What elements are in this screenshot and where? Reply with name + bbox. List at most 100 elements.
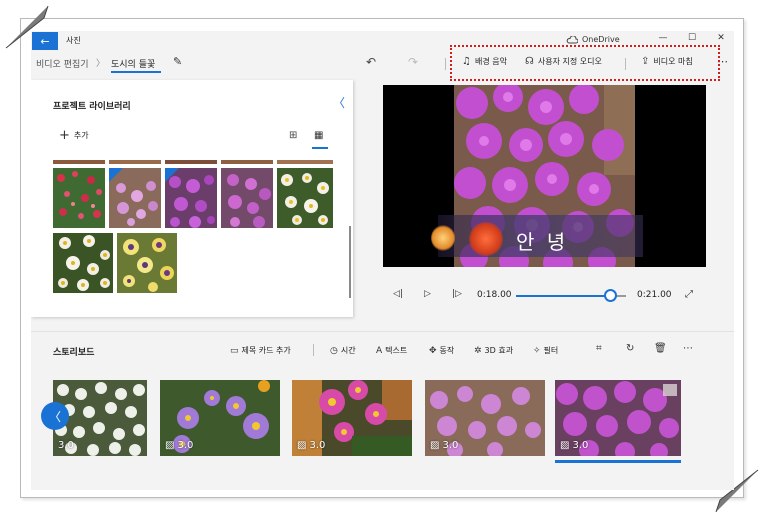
library-thumb-white-flowers[interactable] [277,168,333,228]
project-library-panel: 프로젝트 라이브러리 〈 + 추가 ⊞ ▦ [31,80,353,317]
clock-icon: ◷ [330,345,338,356]
onedrive-status[interactable]: OneDrive [566,35,620,44]
video-preview[interactable]: 안 녕 [383,85,706,267]
photos-app-window: ← 사진 OneDrive — ☐ ✕ 비디오 편집기 〉 도시의 들꽃 ✎ ↶… [31,31,734,490]
redo-icon[interactable]: ↷ [408,55,418,69]
used-in-project-marker [165,168,179,182]
minimize-button[interactable]: — [656,33,670,43]
breadcrumb-underline [111,71,161,73]
rename-pencil-icon[interactable]: ✎ [173,55,182,68]
scroll-left-button[interactable]: 〈 [41,402,69,430]
add-media-button[interactable]: + 추가 [59,129,89,142]
total-time: 0:21.00 [637,290,672,300]
3d-effects-icon: ✲ [474,345,482,356]
white-yellow-flowers-photo [277,168,333,228]
chevron-left-icon: 〈 [48,409,61,424]
delete-icon[interactable]: 🗑 [654,343,667,354]
motion-icon: ✥ [429,345,437,356]
library-thumb-partial[interactable] [109,160,161,164]
storyboard-clip[interactable]: ▨ 3.0 [425,380,545,456]
image-small-icon: ▨ [560,440,570,451]
page: ← 사진 OneDrive — ☐ ✕ 비디오 편집기 〉 도시의 들꽃 ✎ ↶… [0,0,764,519]
library-thumb-phlox-light[interactable] [109,168,161,228]
clip-duration: ▨ 3.0 [165,440,193,451]
storyboard-panel: 스토리보드 ▭ 제목 카드 추가 ◷ 시간 A 텍스트 ✥ 동작 ✲ 3D 효과 [31,331,734,490]
maximize-button[interactable]: ☐ [685,33,699,43]
storyboard-title: 스토리보드 [53,348,95,358]
filters-button[interactable]: ✧ 필터 [533,345,558,356]
next-frame-icon[interactable]: |▷ [452,289,462,299]
rotate-icon[interactable]: ↻ [626,343,634,354]
library-thumb-pansies[interactable] [117,233,177,293]
library-scrollbar[interactable] [349,226,351,298]
image-small-icon: ▨ [165,440,175,451]
motion-label: 동작 [439,346,455,355]
text-button[interactable]: A 텍스트 [376,345,407,356]
breadcrumb-parent[interactable]: 비디오 편집기 [36,57,89,70]
bokeh-light [431,225,455,251]
project-library-title: 프로젝트 라이브러리 [53,102,131,112]
clip-duration-value: 3.0 [58,440,74,451]
clip-duration: ▨ 3.0 [560,440,588,451]
storyboard-clip-selected[interactable]: ▨ 3.0 [555,380,681,456]
text-label: 텍스트 [385,346,408,355]
close-button[interactable]: ✕ [714,33,728,43]
3d-effects-label: 3D 효과 [484,346,514,355]
caption-text: 안 녕 [516,230,569,254]
undo-icon[interactable]: ↶ [366,55,376,69]
previous-frame-icon[interactable]: ◁| [393,289,403,299]
crop-icon[interactable]: ⌗ [596,343,602,354]
pansies-photo [117,233,177,293]
library-thumb-partial[interactable] [165,160,217,164]
breadcrumb-separator-icon: 〉 [96,59,106,69]
add-title-card-label: 제목 카드 추가 [241,346,291,355]
seek-bar-progress[interactable] [516,295,611,297]
storyboard-clip[interactable]: ▨ 3.0 [292,380,412,456]
library-thumb-partial[interactable] [277,160,333,164]
app-title: 사진 [66,36,81,45]
collapse-library-icon[interactable]: 〈 [333,94,345,111]
more-storyboard-icon[interactable]: ⋯ [683,343,693,354]
library-thumb-partial[interactable] [53,160,105,164]
clip-duration-value: 3.0 [572,440,589,451]
pink-phlox-photo [221,168,273,228]
motion-button[interactable]: ✥ 동작 [429,345,454,356]
cloud-icon [566,35,578,43]
library-thumb-white-flowers-2[interactable] [53,233,113,293]
play-icon[interactable]: ▷ [424,289,431,299]
clip-duration: ▨ 3.0 [297,440,325,451]
clip-duration-value: 3.0 [177,440,194,451]
bokeh-light [469,222,503,256]
clip-duration: 3.0 [58,440,74,451]
view-selected-underline [312,147,328,149]
used-in-project-marker [109,168,123,182]
storyboard-clip[interactable]: ▨ 3.0 [160,380,280,456]
library-thumb-red-flowers[interactable] [53,168,105,228]
filters-label: 필터 [543,346,559,355]
large-thumbnails-icon[interactable]: ⊞ [289,130,297,141]
clip-duration: ▨ 3.0 [430,440,458,451]
3d-effects-button[interactable]: ✲ 3D 효과 [474,345,513,356]
add-title-card-button[interactable]: ▭ 제목 카드 추가 [230,345,291,356]
add-media-label: 추가 [73,131,89,140]
small-thumbnails-icon[interactable]: ▦ [314,130,323,141]
library-thumb-phlox-pink[interactable] [221,168,273,228]
clip-duration-value: 3.0 [309,440,326,451]
highlight-annotation-box [450,45,720,81]
selected-clip-underline [555,460,681,463]
duration-label: 시간 [340,346,356,355]
breadcrumb-current: 도시의 들꽃 [111,60,156,70]
library-thumb-phlox-purple[interactable] [165,168,217,228]
current-time: 0:18.00 [477,290,512,300]
seek-thumb[interactable] [603,289,617,302]
fullscreen-icon[interactable]: ⤢ [685,289,693,300]
image-icon: ▭ [230,345,239,356]
back-button[interactable]: ← [32,32,58,50]
text-icon: A [376,345,383,356]
arrow-left-icon: ← [40,34,50,48]
library-thumb-partial[interactable] [221,160,273,164]
onedrive-label: OneDrive [582,35,620,44]
clip-duration-value: 3.0 [442,440,459,451]
duration-button[interactable]: ◷ 시간 [330,345,356,356]
toolbar-divider [445,58,446,70]
